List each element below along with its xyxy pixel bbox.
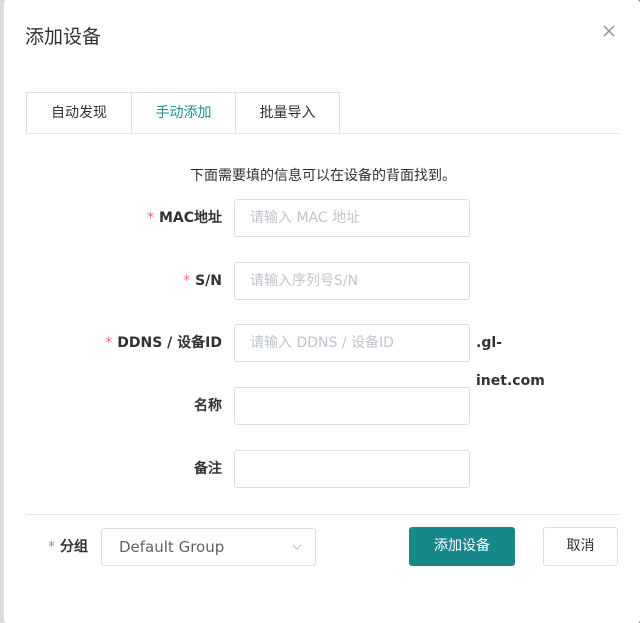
required-mark: * xyxy=(146,210,154,226)
tab-manual-add[interactable]: 手动添加 xyxy=(131,92,236,134)
cancel-button[interactable]: 取消 xyxy=(543,527,618,566)
footer-divider xyxy=(26,514,620,515)
group-label: * 分组 xyxy=(48,539,88,555)
group-select[interactable]: Default Group xyxy=(101,528,316,566)
close-icon[interactable] xyxy=(598,20,620,42)
tab-bar: 自动发现 手动添加 批量导入 xyxy=(26,92,340,134)
chevron-down-icon xyxy=(291,541,303,553)
sn-label: * S/N xyxy=(183,273,222,289)
note-input[interactable] xyxy=(234,450,470,488)
required-mark: * xyxy=(48,539,55,555)
group-select-value: Default Group xyxy=(119,538,225,556)
dialog-title: 添加设备 xyxy=(25,26,102,48)
tab-auto-discover[interactable]: 自动发现 xyxy=(26,92,132,134)
add-device-dialog: 添加设备 自动发现 手动添加 批量导入 下面需要填的信息可以在设备的背面找到。 … xyxy=(4,0,640,623)
ddns-label: * DDNS / 设备ID xyxy=(105,335,222,351)
form-hint: 下面需要填的信息可以在设备的背面找到。 xyxy=(190,168,456,184)
sn-input[interactable] xyxy=(234,262,470,300)
add-device-button[interactable]: 添加设备 xyxy=(409,527,515,566)
required-mark: * xyxy=(183,273,191,289)
ddns-input[interactable] xyxy=(234,324,470,362)
tab-divider xyxy=(26,133,620,134)
name-label: 名称 xyxy=(194,398,222,414)
name-input[interactable] xyxy=(234,387,470,425)
mac-label: * MAC地址 xyxy=(146,210,222,226)
required-mark: * xyxy=(105,335,113,351)
tab-bulk-import[interactable]: 批量导入 xyxy=(235,92,340,134)
mac-input[interactable] xyxy=(234,199,470,237)
note-label: 备注 xyxy=(194,461,222,477)
ddns-suffix: .gl-inet.com xyxy=(476,335,545,389)
